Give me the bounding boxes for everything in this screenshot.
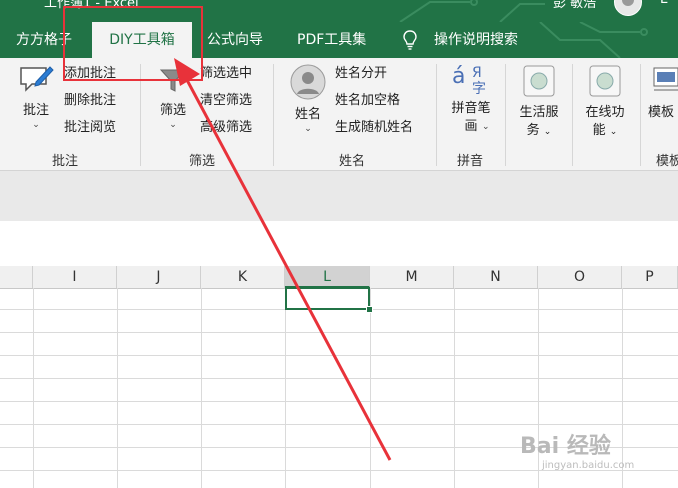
annotation-arrow: [174, 58, 392, 461]
watermark-sub: jingyan.baidu.com: [542, 460, 635, 471]
baidu-jingyan-watermark: Bai 经验 jingyan.baidu.com: [520, 420, 678, 488]
watermark-text: Bai 经验: [520, 434, 611, 459]
